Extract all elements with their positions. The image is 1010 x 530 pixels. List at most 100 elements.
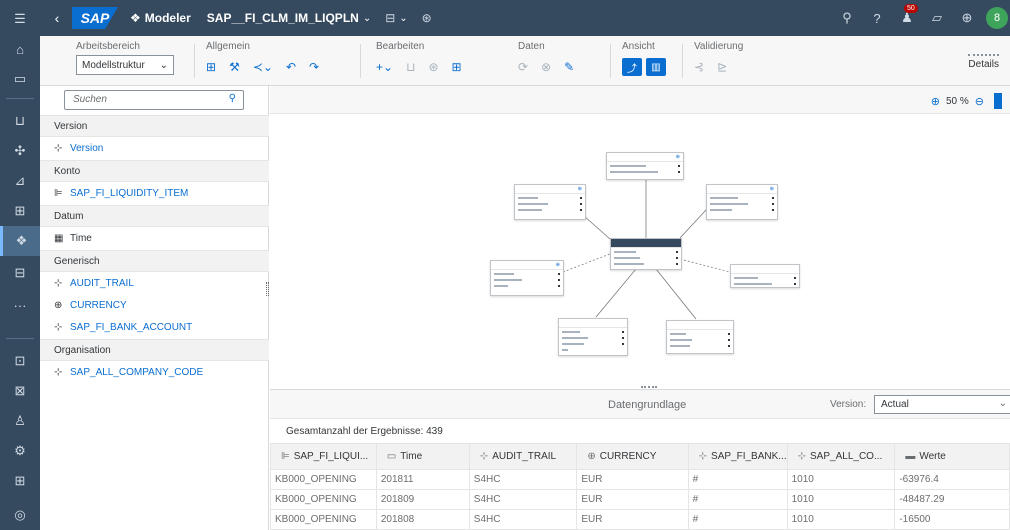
details-button[interactable]: Details xyxy=(965,50,1002,74)
tree-item-currency[interactable]: ⊕ CURRENCY xyxy=(40,294,269,316)
security-icon[interactable]: ⊠ xyxy=(0,376,40,406)
tree-item-time[interactable]: ▦ Time xyxy=(40,227,269,249)
system-icon[interactable]: ◎ xyxy=(0,500,40,530)
help-icon[interactable]: ? xyxy=(862,11,892,26)
table-cell[interactable]: KB000_OPENING xyxy=(270,509,377,530)
search-icon[interactable]: ⚲ xyxy=(229,93,236,104)
table-cell[interactable]: -16500 xyxy=(894,509,1010,530)
table-cell[interactable]: KB000_OPENING xyxy=(270,489,377,510)
edit-icon[interactable]: ✎ xyxy=(564,60,574,74)
table-cell[interactable]: # xyxy=(687,509,788,530)
table-row[interactable]: KB000_OPENING 201809 S4HC EUR # 1010 -48… xyxy=(270,489,1010,510)
table-cell[interactable]: EUR xyxy=(576,509,689,530)
diagram-node-currency[interactable] xyxy=(558,318,628,356)
table-cell[interactable]: -48487.29 xyxy=(894,489,1010,510)
stories-icon[interactable]: ⊔ xyxy=(0,106,40,136)
diagram-node-version[interactable]: ⊕ xyxy=(606,152,684,180)
search-icon[interactable]: ⚲ xyxy=(832,10,862,26)
validation-rule-icon[interactable]: ⊰ xyxy=(694,60,704,74)
connections-icon[interactable]: ⚙ xyxy=(0,436,40,466)
table-view-icon[interactable]: ⊞ xyxy=(206,60,216,74)
column-header[interactable]: ⊹ AUDIT_TRAIL xyxy=(468,443,578,470)
model-canvas[interactable]: ⊕ ⊕ ⊕ ⊕ xyxy=(270,114,1010,388)
search-input[interactable]: Suchen ⚲ xyxy=(64,90,244,110)
users-icon[interactable]: ♙ xyxy=(0,406,40,436)
deployment-icon[interactable]: ⊞ xyxy=(0,466,40,496)
wrench-icon[interactable]: ⚒ xyxy=(229,60,240,74)
tree-item-liquidity-item[interactable]: ⊫ SAP_FI_LIQUIDITY_ITEM xyxy=(40,182,269,204)
table-cell[interactable]: 1010 xyxy=(786,489,896,510)
tree-item-bank-account[interactable]: ⊹ SAP_FI_BANK_ACCOUNT xyxy=(40,316,269,338)
files-icon[interactable]: ▭ xyxy=(0,64,40,94)
zoom-in-icon[interactable]: ⊕ xyxy=(931,95,940,108)
table-cell[interactable]: 201808 xyxy=(375,509,470,530)
table-row[interactable]: KB000_OPENING 201808 S4HC EUR # 1010 -16… xyxy=(270,509,1010,530)
save-icon[interactable]: ⊟ xyxy=(385,11,395,25)
table-cell[interactable]: EUR xyxy=(576,489,689,510)
assistant-icon[interactable]: ⊕ xyxy=(952,10,982,26)
table-row[interactable]: KB000_OPENING 201811 S4HC EUR # 1010 -63… xyxy=(270,469,1010,490)
tree-item-audit-trail[interactable]: ⊹ AUDIT_TRAIL xyxy=(40,272,269,294)
column-header[interactable]: ⊹ SAP_ALL_CO... xyxy=(786,443,896,470)
pane-resize-grip[interactable] xyxy=(641,386,657,388)
save-menu-chevron-icon[interactable]: ⌄ xyxy=(399,13,407,24)
undo-icon[interactable]: ↶ xyxy=(286,60,296,74)
modeler-icon[interactable]: ❖ xyxy=(0,226,40,256)
data-integration-icon[interactable]: ⊟ xyxy=(0,258,40,288)
column-header[interactable]: ▭ Time xyxy=(375,443,470,470)
table-cell[interactable]: 1010 xyxy=(786,469,896,490)
diagram-node-time[interactable] xyxy=(730,264,800,288)
diagram-node-audit-trail[interactable]: ⊕ xyxy=(490,260,564,296)
table-cell[interactable]: S4HC xyxy=(468,509,578,530)
calendar-icon[interactable]: ⊡ xyxy=(0,346,40,376)
table-cell[interactable]: S4HC xyxy=(468,469,578,490)
avatar[interactable]: 8 xyxy=(986,7,1008,29)
hierarchy-view-icon[interactable]: ⤴ xyxy=(622,58,642,76)
add-icon[interactable]: +⌄ xyxy=(376,60,393,74)
table-cell[interactable]: 1010 xyxy=(786,509,896,530)
column-header[interactable]: ⊫ SAP_FI_LIQUI... xyxy=(270,443,377,470)
feedback-icon[interactable]: ▱ xyxy=(922,10,952,26)
table-cell[interactable]: EUR xyxy=(576,469,689,490)
lock-icon[interactable]: ⊗ xyxy=(541,60,551,74)
workspace-select[interactable]: Modellstruktur ⌄ xyxy=(76,55,174,75)
redo-icon[interactable]: ↷ xyxy=(309,60,319,74)
model-name[interactable]: SAP__FI_CLM_IM_LIQPLN xyxy=(207,11,359,25)
table-cell[interactable]: # xyxy=(687,489,788,510)
column-header[interactable]: ⊕ CURRENCY xyxy=(576,443,689,470)
table-cell[interactable]: 201809 xyxy=(375,489,470,510)
back-icon[interactable]: ‹ xyxy=(44,10,70,26)
refresh-icon[interactable]: ⟳ xyxy=(518,60,528,74)
table-cell[interactable]: S4HC xyxy=(468,489,578,510)
home-icon[interactable]: ⌂ xyxy=(0,34,40,64)
share-icon[interactable]: ≺⌄ xyxy=(253,60,273,74)
tree-item-company-code[interactable]: ⊹ SAP_ALL_COMPANY_CODE xyxy=(40,361,269,383)
diagram-node-liquidity-item[interactable] xyxy=(610,238,682,270)
copy-icon[interactable]: ⊛ xyxy=(428,60,438,74)
diagram-node-bank-account[interactable]: ⊕ xyxy=(706,184,778,220)
delete-icon[interactable]: ⊔ xyxy=(406,60,415,74)
table-cell[interactable]: -63976.4 xyxy=(894,469,1010,490)
diagram-node-company-code[interactable]: ⊕ xyxy=(514,184,586,220)
canvas-panel-toggle[interactable] xyxy=(994,93,1002,109)
notifications-icon[interactable]: ♟ 50 xyxy=(892,4,922,26)
tree-item-version[interactable]: ⊹ Version xyxy=(40,137,269,159)
version-select[interactable]: Actual ⌄ xyxy=(874,395,1010,414)
zoom-out-icon[interactable]: ⊖ xyxy=(975,95,984,108)
table-cell[interactable]: 201811 xyxy=(375,469,470,490)
transfer-icon[interactable]: ⊞ xyxy=(452,60,462,74)
explorer-icon[interactable]: ⊿ xyxy=(0,166,40,196)
data-analyzer-icon[interactable]: ⊞ xyxy=(0,196,40,226)
grid-view-icon[interactable]: ▥ xyxy=(646,58,666,76)
chevron-down-icon[interactable]: ⌄ xyxy=(363,13,371,24)
diagram-node-audit-trail-2[interactable] xyxy=(666,320,734,354)
panel-splitter[interactable] xyxy=(266,282,269,296)
more-icon[interactable]: ··· xyxy=(0,290,40,320)
analytic-app-icon[interactable]: ✣ xyxy=(0,136,40,166)
settings-icon[interactable]: ⊛ xyxy=(422,11,432,25)
table-cell[interactable]: # xyxy=(687,469,788,490)
column-header[interactable]: ⊹ SAP_FI_BANK... xyxy=(687,443,788,470)
validation-check-icon[interactable]: ⊵ xyxy=(717,60,727,74)
menu-icon[interactable]: ☰ xyxy=(0,4,40,34)
table-cell[interactable]: KB000_OPENING xyxy=(270,469,377,490)
